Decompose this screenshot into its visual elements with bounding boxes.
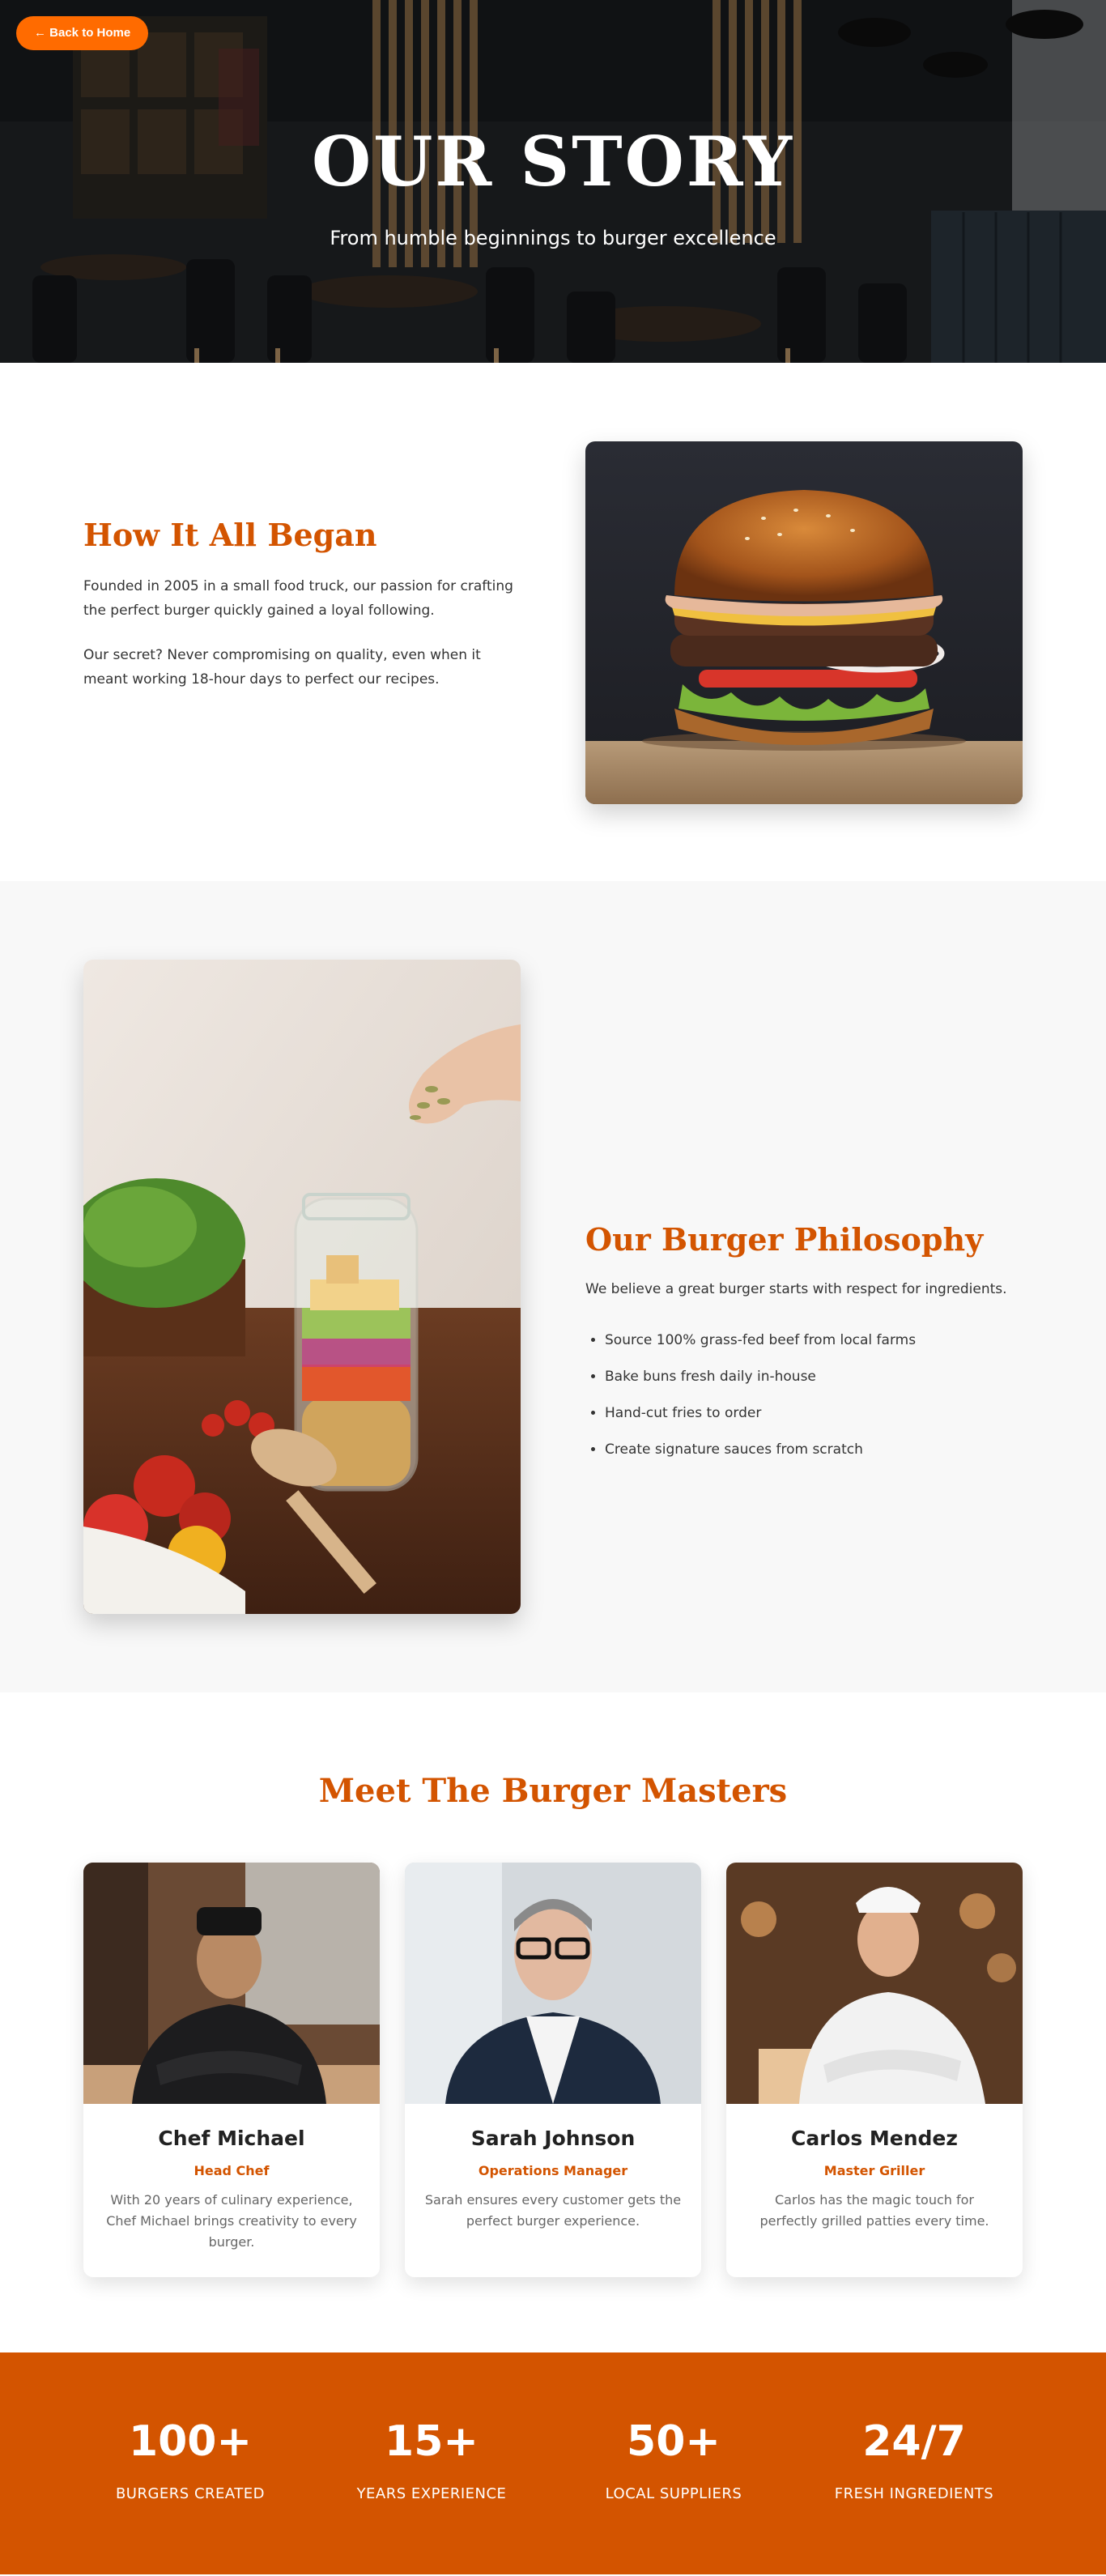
member-role: Master Griller [823,2163,925,2178]
philosophy-heading: Our Burger Philosophy [585,1221,984,1258]
back-to-home-button[interactable]: ← Back to Home [16,16,149,50]
stat-value: 100+ [128,2417,253,2466]
list-item: Bake buns fresh daily in-house [605,1369,1039,1385]
stat-value: 50+ [627,2417,721,2466]
sarah-johnson-photo [405,1863,701,2104]
fresh-ingredients-image [83,960,521,1614]
team-section: Meet The Burger Masters Chef Michael Hea… [0,1692,1106,2352]
burger-image [585,441,1023,804]
member-name: Chef Michael [158,2127,305,2150]
stat-label: BURGERS CREATED [115,2485,266,2502]
stat-item: 15+ YEARS EXPERIENCE [310,2417,553,2502]
member-role: Operations Manager [478,2163,628,2178]
hero-subtitle: From humble beginnings to burger excelle… [330,227,776,249]
list-item: Source 100% grass-fed beef from local fa… [605,1332,1039,1348]
member-bio: Carlos has the magic touch for perfectly… [759,2192,989,2229]
member-bio: Sarah ensures every customer gets the pe… [424,2192,682,2229]
list-item: Hand-cut fries to order [605,1405,1039,1421]
philosophy-intro: We believe a great burger starts with re… [585,1281,1007,1297]
philosophy-section: Our Burger Philosophy We believe a great… [0,881,1106,1692]
story-paragraph: Our secret? Never compromising on qualit… [83,647,481,688]
philosophy-list: Source 100% grass-fed beef from local fa… [585,1332,1039,1458]
stat-item: 50+ LOCAL SUPPLIERS [552,2417,795,2502]
stat-label: FRESH INGREDIENTS [834,2485,994,2502]
list-item: Create signature sauces from scratch [605,1441,1039,1458]
member-role: Head Chef [194,2163,270,2178]
page-title: OUR STORY [311,121,794,202]
story-paragraph: Founded in 2005 in a small food truck, o… [83,578,513,619]
team-heading: Meet The Burger Masters [318,1772,788,1810]
story-heading: How It All Began [83,517,377,553]
member-bio: With 20 years of culinary experience, Ch… [106,2192,357,2250]
chef-michael-photo [83,1863,380,2104]
stat-item: 24/7 FRESH INGREDIENTS [793,2417,1036,2502]
stat-value: 24/7 [862,2417,966,2466]
member-name: Carlos Mendez [791,2127,958,2150]
stat-label: LOCAL SUPPLIERS [605,2485,742,2502]
team-member-card: Sarah Johnson Operations Manager Sarah e… [405,1863,701,2277]
stat-label: YEARS EXPERIENCE [356,2485,507,2502]
member-name: Sarah Johnson [470,2127,636,2150]
team-member-card: Carlos Mendez Master Griller Carlos has … [726,1863,1023,2277]
hero-banner: ← Back to Home OUR STORY From humble beg… [0,0,1106,363]
carlos-mendez-photo [726,1863,1023,2104]
team-member-card: Chef Michael Head Chef With 20 years of … [83,1863,380,2277]
stats-section: 100+ BURGERS CREATED 15+ YEARS EXPERIENC… [0,2352,1106,2574]
stat-value: 15+ [385,2417,479,2466]
stat-item: 100+ BURGERS CREATED [69,2417,312,2502]
story-section: How It All Began Founded in 2005 in a sm… [0,363,1106,881]
